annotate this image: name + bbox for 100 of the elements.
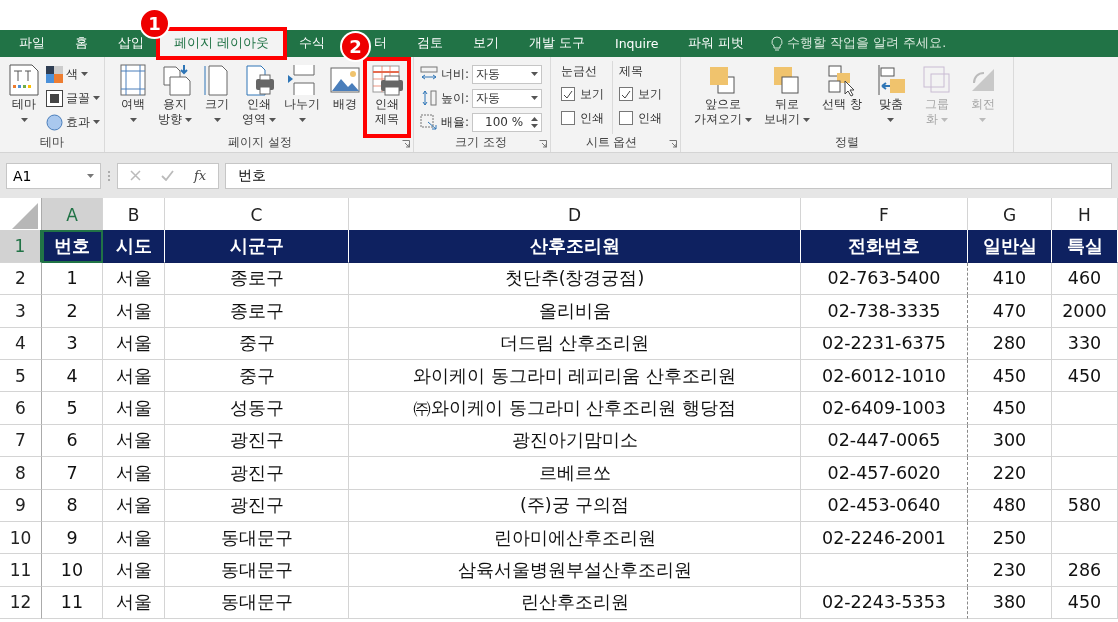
dialog-launcher-icon[interactable] <box>539 140 548 148</box>
table-cell: 서울 <box>103 424 165 458</box>
checkbox[interactable] <box>619 87 634 101</box>
header-cell: 특실 <box>1052 230 1118 263</box>
print-titles-icon <box>370 63 404 97</box>
checkbox[interactable] <box>561 111 576 125</box>
ribbon-tab[interactable]: 페이지 레이아웃 <box>159 30 284 57</box>
table-cell: 02-6409-1003 <box>801 392 968 425</box>
table-cell: 11 <box>42 586 103 620</box>
caret-icon <box>269 117 276 122</box>
lightbulb-icon <box>771 35 784 52</box>
table-cell: 300 <box>968 424 1052 458</box>
insert-function-button[interactable]: fx <box>194 168 207 183</box>
row-header[interactable]: 7 <box>0 424 42 458</box>
caret-icon <box>129 117 137 122</box>
ribbon-tab[interactable]: 개발 도구 <box>514 30 600 57</box>
header-cell: 산후조리원 <box>349 230 801 263</box>
dialog-launcher-icon[interactable] <box>402 140 410 148</box>
header-cell: 번호 <box>42 230 103 263</box>
table-cell: 02-6012-1010 <box>801 359 968 393</box>
theme-option-button[interactable]: 효과 <box>46 111 100 133</box>
table-cell: 450 <box>968 359 1052 393</box>
font-box-icon <box>46 89 63 107</box>
ribbon-button[interactable]: 선택 창 <box>819 61 865 134</box>
theme-option-button[interactable]: 색 <box>46 63 100 85</box>
option-checkbox[interactable]: 보기 <box>619 83 663 105</box>
table-cell: 02-453-0640 <box>801 489 968 522</box>
table-cell: 성동구 <box>165 392 349 425</box>
tell-me-field[interactable]: 수행할 작업을 알려 주세요. <box>787 35 947 52</box>
row-header[interactable]: 2 <box>0 262 42 296</box>
width-icon <box>420 66 438 82</box>
table-cell: 02-2231-6375 <box>801 327 968 360</box>
table-cell: 02-457-6020 <box>801 457 968 490</box>
ribbon-tab[interactable]: 터 <box>371 30 402 57</box>
ribbon-button[interactable]: 여백 <box>113 61 153 134</box>
enter-check-icon[interactable] <box>161 170 174 181</box>
caret-icon <box>531 72 539 76</box>
ribbon-button[interactable]: 크기 <box>197 61 237 134</box>
ribbon-button[interactable]: 앞으로 가져오기 <box>691 61 756 134</box>
table-cell: 2 <box>42 295 103 328</box>
table-cell: 서울 <box>103 295 165 328</box>
ribbon-tab[interactable]: Inquire <box>599 30 674 57</box>
row-header[interactable]: 10 <box>0 521 42 555</box>
ribbon-tab[interactable]: 보기 <box>458 30 514 57</box>
option-checkbox[interactable]: 보기 <box>561 83 605 105</box>
table-cell: 580 <box>1052 489 1118 522</box>
name-box[interactable]: A1 <box>6 162 101 189</box>
option-checkbox[interactable]: 인쇄 <box>619 107 663 129</box>
table-cell: 광진아기맘미소 <box>349 424 801 458</box>
table-cell: 동대문구 <box>165 554 349 587</box>
formula-field[interactable]: 번호 <box>225 162 1112 189</box>
ribbon-button[interactable]: 인쇄 제목 <box>367 61 407 134</box>
row-header[interactable]: 12 <box>0 586 42 620</box>
theme-option-button[interactable]: 글꼴 <box>46 87 100 109</box>
ribbon-tab[interactable]: 홈 <box>60 30 103 57</box>
table-cell: 올리비움 <box>349 295 801 328</box>
table-cell: 220 <box>968 457 1052 490</box>
row-header[interactable]: 11 <box>0 554 42 587</box>
ribbon-tab[interactable]: 수식 <box>284 30 340 57</box>
ribbon-button[interactable]: 맞춤 <box>870 61 911 134</box>
row-header[interactable]: 3 <box>0 295 42 328</box>
table-cell: 02-2243-5353 <box>801 586 968 620</box>
table-cell: 02-2246-2001 <box>801 521 968 555</box>
row-header[interactable]: 9 <box>0 489 42 522</box>
table-cell: 삼육서울병원부설산후조리원 <box>349 554 801 587</box>
caret-icon <box>185 117 192 122</box>
ribbon-button[interactable]: 배경 <box>325 61 365 134</box>
header-cell: 일반실 <box>968 230 1052 263</box>
table-cell: 7 <box>42 457 103 490</box>
ribbon-button[interactable]: 나누기 <box>281 61 323 134</box>
row-header[interactable]: 6 <box>0 392 42 425</box>
ribbon-tab[interactable]: 파일 <box>4 30 60 57</box>
ribbon-button[interactable]: 뒤로 보내기 <box>761 61 814 134</box>
checkbox[interactable] <box>619 111 634 125</box>
scale-dropdown[interactable]: 자동 <box>472 88 543 108</box>
ribbon-tab[interactable]: 검토 <box>402 30 458 57</box>
table-cell: 480 <box>968 489 1052 522</box>
row-header[interactable]: 4 <box>0 327 42 360</box>
table-cell: 동대문구 <box>165 521 349 555</box>
option-checkbox[interactable]: 인쇄 <box>561 107 605 129</box>
dialog-launcher-icon[interactable] <box>669 140 678 148</box>
caret-icon <box>81 72 88 76</box>
ribbon-button[interactable]: 테마 <box>4 61 44 134</box>
scale-dropdown[interactable]: 자동 <box>472 64 543 84</box>
ribbon-button[interactable]: 인쇄 영역 <box>239 61 279 134</box>
row-header[interactable]: 1 <box>0 230 42 263</box>
table-cell: 450 <box>1052 586 1118 620</box>
table-cell: 동대문구 <box>165 586 349 620</box>
table-cell: 8 <box>42 489 103 522</box>
ribbon-button[interactable]: 용지 방향 <box>155 61 195 134</box>
table-cell: 280 <box>968 327 1052 360</box>
scale-spinner[interactable]: 100 % <box>472 112 543 132</box>
caret-icon <box>87 173 94 178</box>
option-title: 제목 <box>619 63 645 80</box>
ribbon-tab[interactable]: 파워 피벗 <box>673 30 760 57</box>
checkbox[interactable] <box>561 87 576 101</box>
table-cell: 서울 <box>103 359 165 393</box>
row-header[interactable]: 8 <box>0 457 42 490</box>
row-header[interactable]: 5 <box>0 359 42 393</box>
group-label: 크기 조정 <box>454 134 508 151</box>
